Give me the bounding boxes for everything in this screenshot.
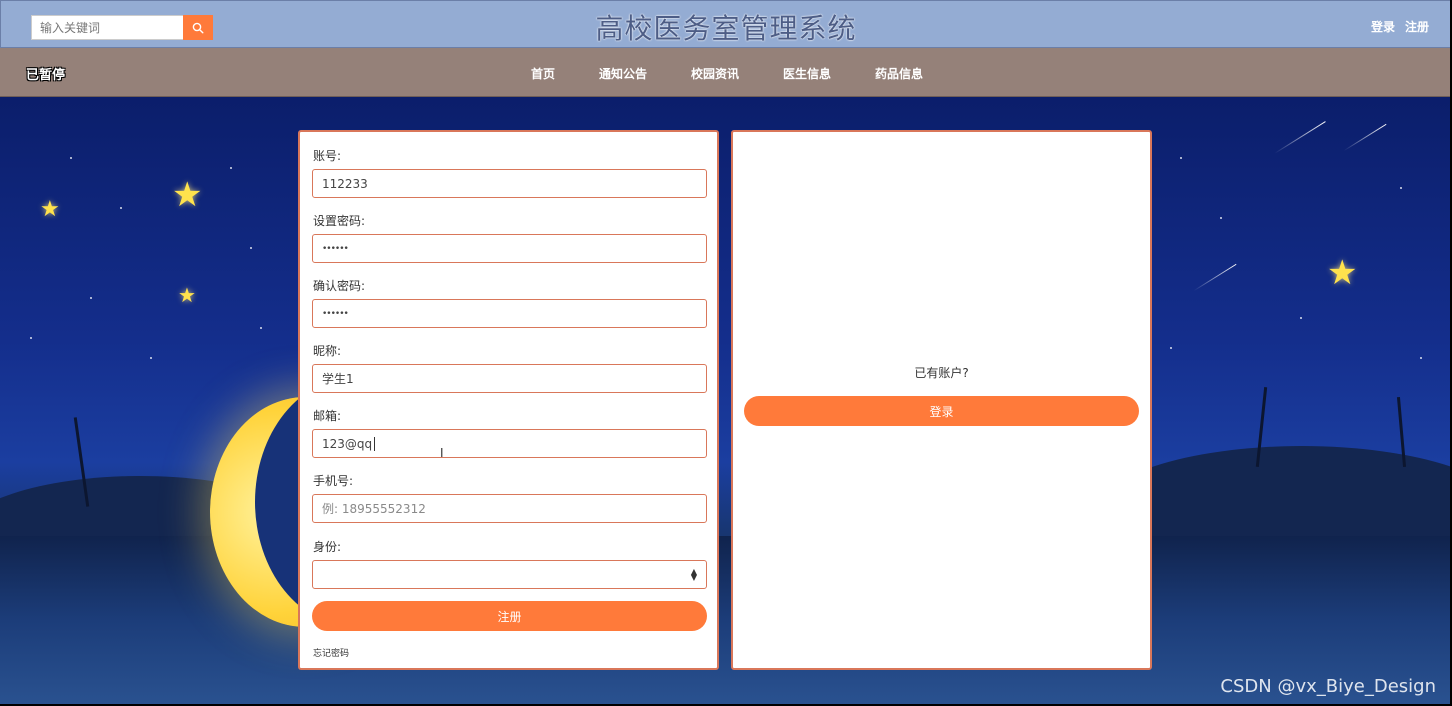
nav-item-home[interactable]: 首页 — [531, 65, 555, 82]
nickname-field[interactable]: 学生1 — [312, 364, 707, 393]
password-value: •••••• — [322, 243, 349, 254]
register-submit-button[interactable]: 注册 — [312, 601, 707, 631]
login-button[interactable]: 登录 — [744, 396, 1139, 426]
text-caret — [374, 436, 376, 451]
register-panel: 账号: 112233 设置密码: •••••• 确认密码: •••••• 昵称:… — [298, 130, 719, 670]
have-account-text: 已有账户? — [914, 366, 969, 380]
account-field[interactable]: 112233 — [312, 169, 707, 198]
login-panel: 已有账户? 登录 — [731, 130, 1152, 670]
nav-item-medicines[interactable]: 药品信息 — [875, 65, 923, 82]
auth-links: 登录 注册 — [1371, 18, 1429, 35]
watermark: CSDN @vx_Biye_Design — [1220, 676, 1436, 697]
password-label: 设置密码: — [313, 214, 366, 228]
nav-item-doctors[interactable]: 医生信息 — [783, 65, 831, 82]
nav-item-campus-news[interactable]: 校园资讯 — [691, 65, 739, 82]
confirm-password-field[interactable]: •••••• — [312, 299, 707, 328]
phone-label: 手机号: — [313, 474, 354, 488]
identity-select[interactable]: ▲ ▼ — [312, 560, 707, 589]
login-link[interactable]: 登录 — [1371, 18, 1395, 35]
nickname-label: 昵称: — [313, 344, 342, 358]
meteor — [1274, 121, 1326, 154]
main-nav: 已暂停 首页 通知公告 校园资讯 医生信息 药品信息 — [0, 48, 1452, 97]
nickname-value: 学生1 — [322, 372, 354, 386]
email-label: 邮箱: — [313, 409, 342, 423]
star-icon: ★ — [1327, 253, 1358, 293]
top-header: 高校医务室管理系统 登录 注册 — [0, 0, 1452, 48]
confirm-password-value: •••••• — [322, 308, 349, 319]
star-icon: ★ — [178, 283, 196, 307]
select-arrows-icon: ▲ ▼ — [690, 567, 697, 582]
nav-menu: 首页 通知公告 校园资讯 医生信息 药品信息 — [0, 65, 1452, 82]
email-value: 123@qq — [322, 436, 373, 451]
register-link[interactable]: 注册 — [1405, 18, 1429, 35]
password-field[interactable]: •••••• — [312, 234, 707, 263]
email-field[interactable]: 123@qq — [312, 429, 707, 458]
star-icon: ★ — [172, 175, 203, 215]
account-label: 账号: — [313, 149, 342, 163]
site-title: 高校医务室管理系统 — [595, 12, 857, 45]
forgot-password-link[interactable]: 忘记密码 — [313, 646, 349, 659]
account-value: 112233 — [322, 176, 368, 191]
background-scene: ★ ★ ★ ★ — [0, 97, 1452, 706]
meteor — [1343, 123, 1387, 152]
identity-label: 身份: — [313, 540, 342, 554]
ibeam-cursor-icon: I — [440, 446, 444, 460]
phone-field[interactable]: 例: 18955552312 — [312, 494, 707, 523]
star-icon: ★ — [40, 197, 60, 222]
nav-item-notices[interactable]: 通知公告 — [599, 65, 647, 82]
confirm-password-label: 确认密码: — [313, 279, 366, 293]
meteor — [1193, 263, 1237, 292]
phone-placeholder: 例: 18955552312 — [322, 502, 426, 516]
